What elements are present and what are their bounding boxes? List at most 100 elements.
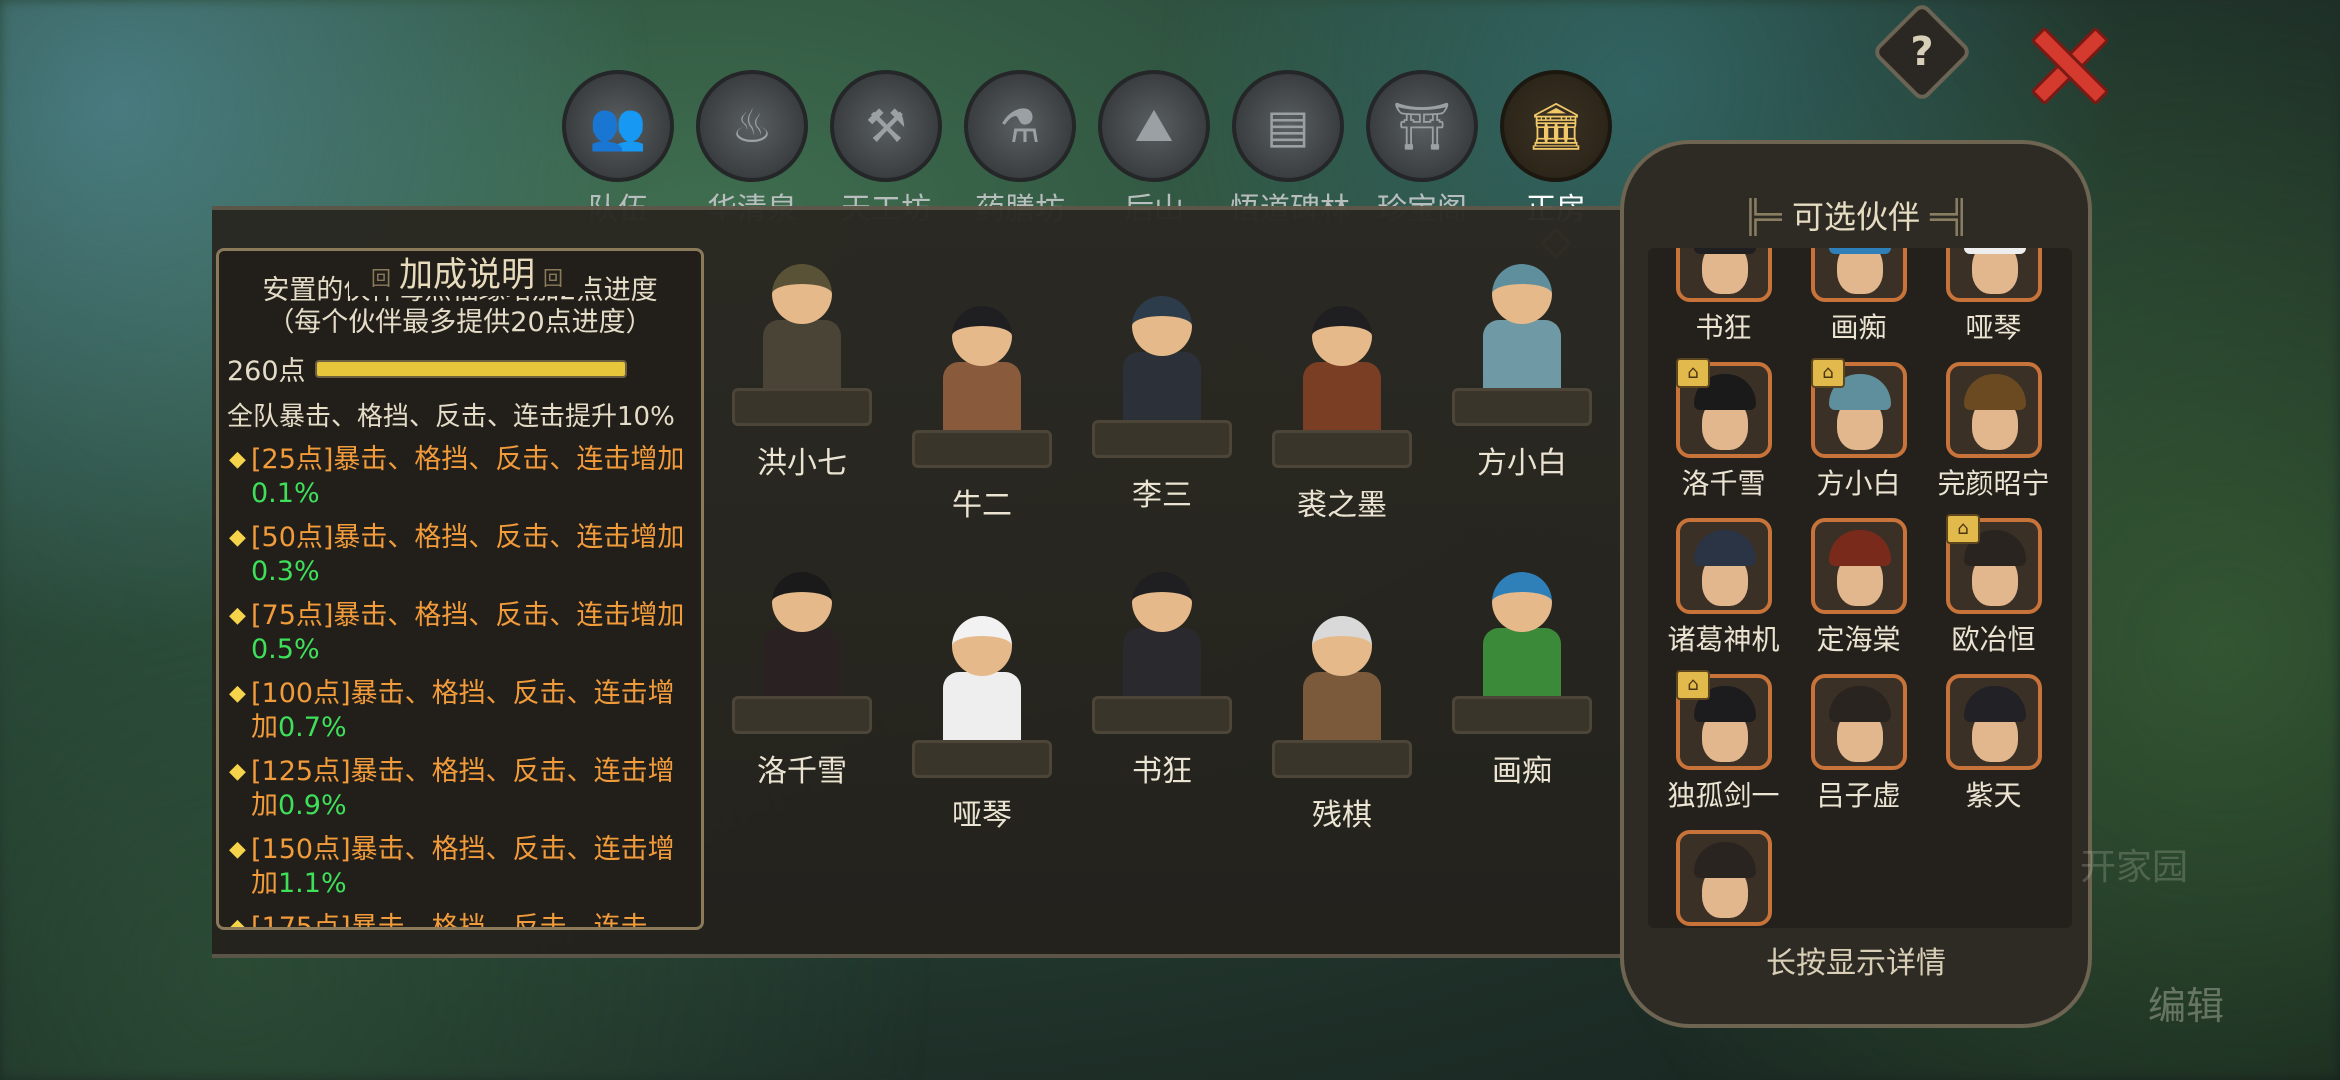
placed-house-icon: ⌂ [1946, 514, 1980, 544]
tier-text: [175点]暴击、格挡、反击、连击 [251, 911, 648, 930]
bonus-tier: ◆ [100点]暴击、格挡、反击、连击增加0.7% [229, 677, 697, 745]
team-icon: 👥 [562, 70, 674, 182]
treasure-pavilion-icon: ⛩ [1366, 70, 1478, 182]
placed-character[interactable]: 裘之墨 [1262, 300, 1422, 524]
partner-card[interactable]: ⌂ 独孤剑一 [1656, 670, 1791, 818]
character-name: 画痴 [1492, 754, 1552, 789]
character-pedestal [1272, 430, 1412, 468]
character-pedestal [1272, 740, 1412, 778]
partner-scroll-area[interactable]: ⌂书狂⌂画痴⌂哑琴 ⌂ 洛千雪 ⌂ 方小白 完颜昭宁诸葛神机 定海棠 ⌂ 欧冶恒 ⌂ 独孤剑一 吕子虚… [1648, 248, 2072, 928]
tier-text: [150点]暴击、格挡、反击、连击增加1.1% [251, 833, 697, 901]
character-pedestal [1452, 388, 1592, 426]
character-name: 牛二 [952, 488, 1012, 523]
partner-card[interactable]: 吕子虚 [1791, 674, 1926, 818]
character-sprite [927, 610, 1037, 760]
diamond-icon: ◆ [229, 915, 246, 930]
tier-text: [125点]暴击、格挡、反击、连击增加0.9% [251, 755, 697, 823]
tier-condition: [25点]暴击、格挡、反击、连击增加 [251, 444, 685, 475]
edit-button[interactable]: 编辑 [2136, 968, 2236, 1044]
partner-card[interactable]: ⌂ 洛千雪 [1656, 358, 1791, 506]
partner-name: 哑琴 [1965, 311, 2022, 344]
placed-character[interactable]: 书狂 [1082, 566, 1242, 790]
partner-portrait [1945, 248, 2042, 302]
character-sprite [747, 258, 857, 408]
placed-character[interactable]: 洪小七 [722, 258, 882, 482]
character-name: 洛千雪 [757, 754, 847, 789]
partner-card[interactable]: 定海棠 [1791, 518, 1926, 662]
partner-name: 画痴 [1830, 311, 1887, 344]
partner-portrait [1810, 518, 1907, 614]
stele-icon: ▤ [1232, 70, 1344, 182]
main-house-icon: 🏛 [1500, 70, 1612, 182]
placed-character[interactable]: 画痴 [1442, 566, 1602, 790]
progress-bar [315, 359, 627, 378]
partner-portrait [1810, 674, 1907, 770]
character-name: 残棋 [1312, 798, 1372, 833]
placed-character[interactable]: 方小白 [1442, 258, 1602, 482]
partner-portrait [1945, 674, 2042, 770]
tier-percent: 0.1% [251, 478, 320, 509]
partner-card[interactable]: ⌂ 欧冶恒 [1926, 514, 2061, 662]
character-sprite [927, 300, 1037, 450]
character-sprite [1467, 566, 1577, 716]
home-label-faded: 开家园 [2080, 847, 2189, 888]
tier-percent: 0.3% [251, 556, 320, 587]
tier-text: [50点]暴击、格挡、反击、连击增加0.3% [251, 521, 697, 589]
partner-card[interactable]: 完颜昭宁 [1926, 362, 2061, 506]
tier-percent: 0.5% [251, 634, 320, 665]
placed-house-icon: ⌂ [1676, 358, 1710, 388]
placed-character[interactable]: 哑琴 [902, 610, 1062, 834]
partner-card[interactable]: ⌂哑琴 [1926, 248, 2061, 350]
character-name: 李三 [1132, 478, 1192, 513]
tier-text: [100点]暴击、格挡、反击、连击增加0.7% [251, 677, 697, 745]
partner-name: 紫天 [1965, 779, 2022, 812]
partner-portrait [1675, 248, 1772, 302]
character-name: 哑琴 [952, 798, 1012, 833]
tier-condition: [50点]暴击、格挡、反击、连击增加 [251, 522, 685, 553]
long-press-hint: 长按显示详情 [1766, 946, 1946, 981]
tier-condition: [175点]暴击、格挡、反击、连击 [251, 912, 648, 930]
placed-character[interactable]: 李三 [1082, 290, 1242, 514]
character-sprite [1287, 300, 1397, 450]
bonus-desc-line: （每个伙伴最多提供20点进度） [267, 307, 653, 338]
character-name: 方小白 [1477, 446, 1567, 481]
partner-card[interactable]: 紫天 [1926, 674, 2061, 818]
partner-card[interactable] [1656, 830, 1791, 928]
tier-percent: 1.1% [278, 868, 347, 899]
character-name: 书狂 [1132, 754, 1192, 789]
bonus-tier: ◆ [175点]暴击、格挡、反击、连击 [229, 911, 697, 930]
placed-character[interactable]: 牛二 [902, 300, 1062, 524]
tier-text: [75点]暴击、格挡、反击、连击增加0.5% [251, 599, 697, 667]
partner-panel: 可选伙伴 ⌂书狂⌂画痴⌂哑琴 ⌂ 洛千雪 ⌂ 方小白 完颜昭宁诸葛神机 定海棠 ⌂ 欧冶恒 ⌂ 独孤… [1620, 140, 2092, 1028]
question-icon: ? [1910, 29, 1934, 75]
partner-name: 吕子虚 [1816, 779, 1901, 812]
partner-card[interactable]: ⌂ 方小白 [1791, 358, 1926, 506]
placed-character[interactable]: 残棋 [1262, 610, 1422, 834]
close-button[interactable] [2026, 22, 2106, 102]
progress-row: 260点 [227, 349, 701, 388]
tier-percent: 0.9% [278, 790, 347, 821]
bonus-title: 加成说明 [349, 251, 585, 296]
diamond-icon: ◆ [229, 603, 246, 628]
partner-card[interactable]: 诸葛神机 [1656, 518, 1791, 662]
character-pedestal [732, 388, 872, 426]
character-sprite [1107, 566, 1217, 716]
partner-grid: ⌂书狂⌂画痴⌂哑琴 ⌂ 洛千雪 ⌂ 方小白 完颜昭宁诸葛神机 定海棠 ⌂ 欧冶恒 ⌂ 独孤剑一 吕子虚… [1648, 248, 2061, 928]
diamond-icon: ◆ [229, 525, 246, 550]
mountain-icon: ⛰ [1098, 70, 1210, 182]
character-sprite [1107, 290, 1217, 440]
character-sprite [747, 566, 857, 716]
partner-card[interactable]: ⌂书狂 [1656, 248, 1791, 350]
character-pedestal [1092, 696, 1232, 734]
diamond-icon: ◆ [229, 681, 246, 706]
tier-condition: [75点]暴击、格挡、反击、连击增加 [251, 600, 685, 631]
character-pedestal [1452, 696, 1592, 734]
workshop-icon: ⚒ [830, 70, 942, 182]
partner-card[interactable]: ⌂画痴 [1791, 248, 1926, 350]
character-name: 洪小七 [757, 446, 847, 481]
placed-house-icon: ⌂ [1676, 670, 1710, 700]
tier-text: [25点]暴击、格挡、反击、连击增加0.1% [251, 443, 697, 511]
placed-character[interactable]: 洛千雪 [722, 566, 882, 790]
partner-portrait [1810, 248, 1907, 302]
bonus-panel[interactable]: 加成说明 安置的伙伴每点福缘增加2点进度 （每个伙伴最多提供20点进度） 260… [216, 248, 704, 930]
